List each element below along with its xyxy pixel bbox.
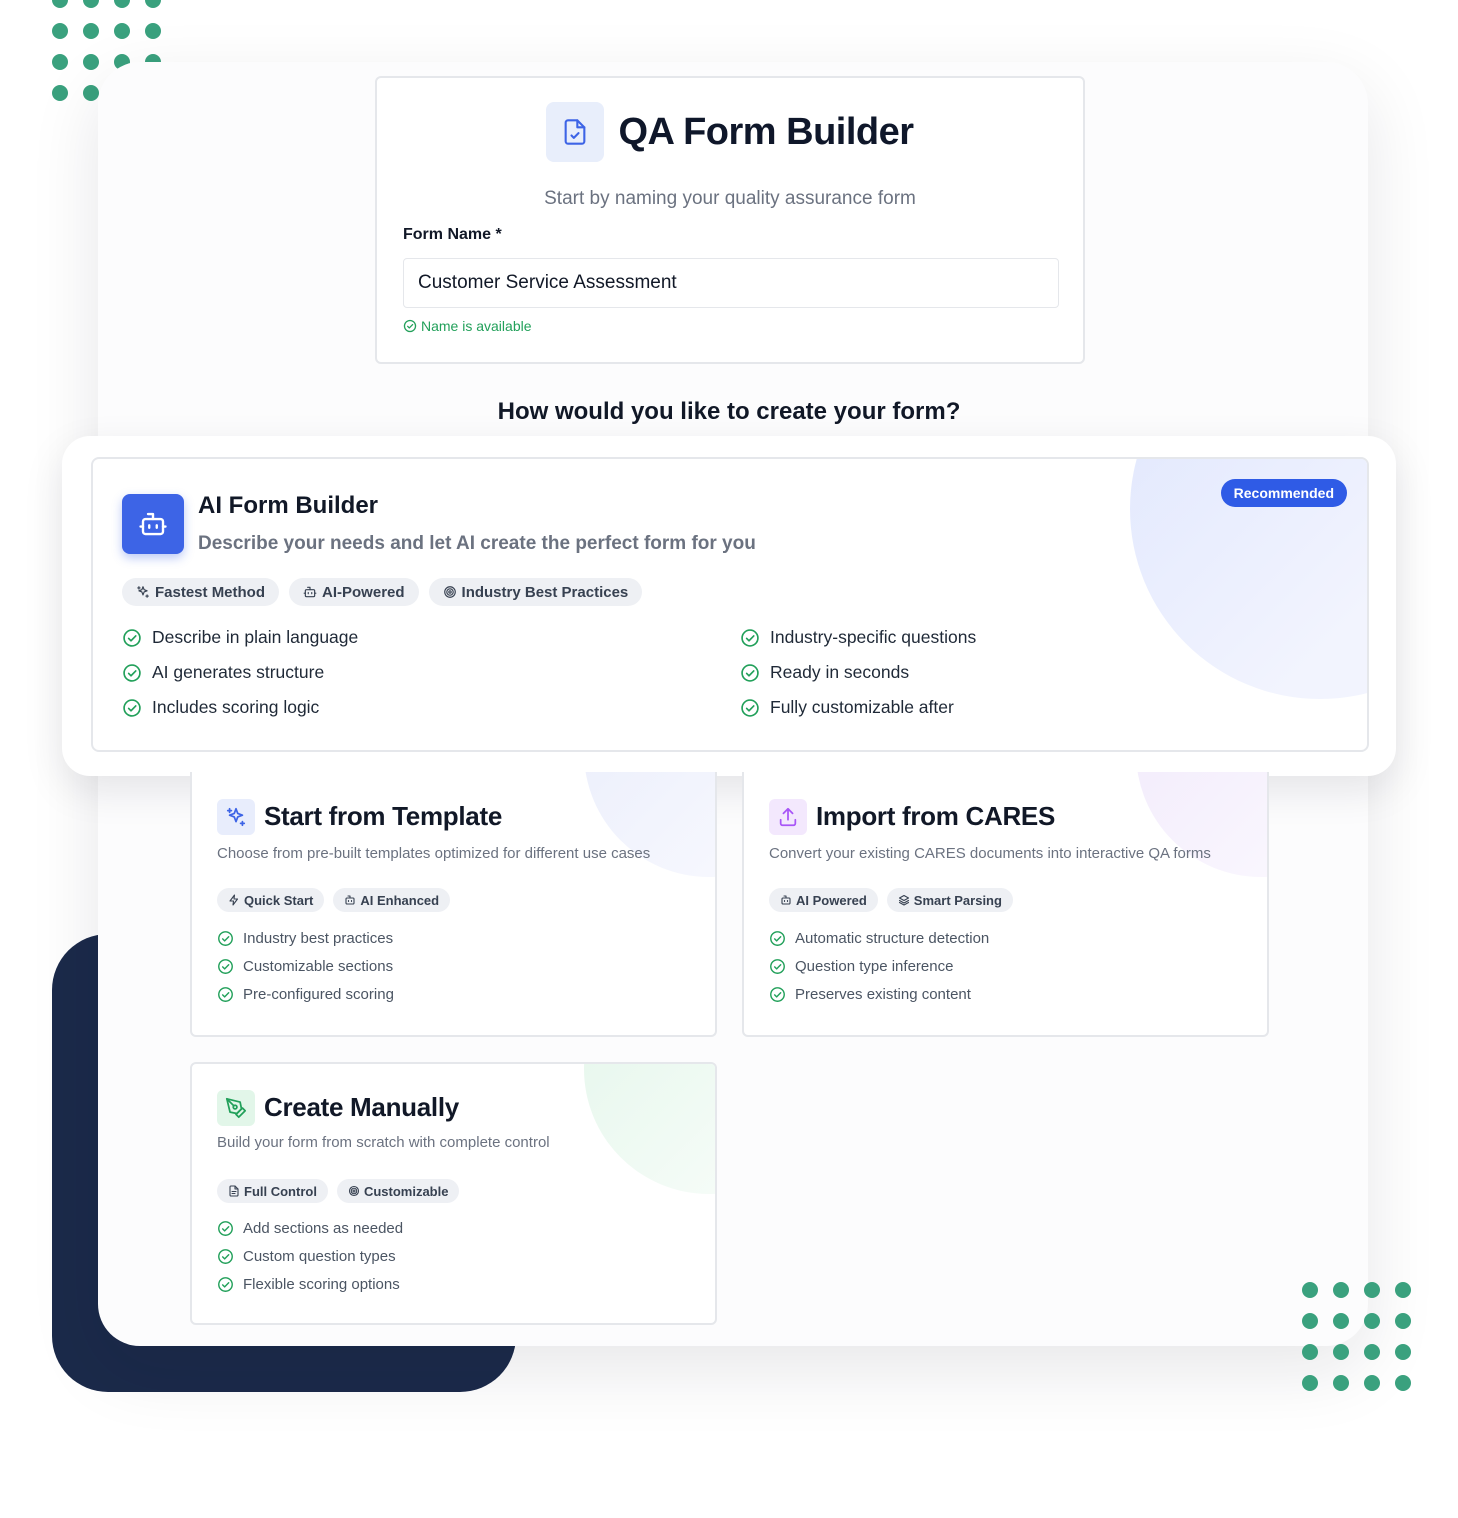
form-name-label: Form Name * (403, 226, 502, 243)
check-circle-icon (218, 1249, 233, 1264)
feature-item: Industry best practices (217, 930, 394, 947)
feature-item: AI generates structure (122, 662, 740, 683)
page-title: QA Form Builder (618, 110, 914, 153)
robot-icon (122, 494, 184, 554)
robot-icon (345, 895, 355, 905)
check-circle-icon (218, 959, 233, 974)
card-title: Create Manually (264, 1092, 459, 1122)
form-name-card: QA Form Builder Start by naming your qua… (375, 76, 1085, 364)
upload-icon (769, 799, 807, 835)
feature-item: Customizable sections (217, 958, 394, 975)
zap-icon (229, 894, 239, 906)
create-manually-card[interactable]: Create Manually Build your form from scr… (190, 1062, 717, 1325)
tag-list: Full Control Customizable (217, 1179, 460, 1203)
feature-item: Automatic structure detection (769, 930, 989, 947)
feature-item: Pre-configured scoring (217, 986, 394, 1003)
tag-list: Fastest Method AI-Powered Industry Best … (122, 578, 643, 606)
check-circle-icon (770, 959, 785, 974)
check-circle-icon (218, 931, 233, 946)
feature-item: Custom question types (217, 1248, 403, 1265)
decorative-blob (584, 1064, 715, 1194)
card-description: Convert your existing CARES documents in… (769, 845, 1211, 862)
target-icon (443, 586, 456, 598)
availability-text: Name is available (421, 318, 532, 334)
pen-tool-icon (217, 1090, 255, 1126)
card-description: Choose from pre-built templates optimize… (217, 845, 651, 862)
tag-list: AI Powered Smart Parsing (769, 888, 1013, 912)
feature-item: Add sections as needed (217, 1220, 403, 1237)
tag: Quick Start (217, 888, 325, 912)
file-check-icon (546, 102, 605, 162)
feature-item: Describe in plain language (122, 627, 740, 648)
check-circle-icon (741, 663, 759, 682)
check-circle-icon (123, 698, 141, 717)
target-icon (348, 1185, 359, 1197)
tag: Smart Parsing (886, 888, 1013, 912)
check-circle-icon (770, 931, 785, 946)
feature-item: Fully customizable after (740, 697, 1340, 718)
feature-list: Industry best practices Customizable sec… (217, 930, 394, 1003)
card-description: Build your form from scratch with comple… (217, 1134, 550, 1151)
tag: Fastest Method (122, 578, 280, 606)
card-description: Describe your needs and let AI create th… (198, 533, 756, 554)
check-circle-icon (123, 663, 141, 682)
import-from-cares-card[interactable]: Import from CARES Convert your existing … (742, 772, 1269, 1037)
check-circle-icon (218, 987, 233, 1002)
decorative-dots-bottom-right (1302, 1282, 1411, 1391)
feature-item: Includes scoring logic (122, 697, 740, 718)
feature-item: Question type inference (769, 958, 989, 975)
creation-method-question: How would you like to create your form? (497, 398, 961, 425)
tag: AI Powered (769, 888, 878, 912)
tag: Full Control (217, 1179, 328, 1203)
feature-item: Preserves existing content (769, 986, 989, 1003)
card-title: AI Form Builder (198, 492, 379, 519)
tag: AI Enhanced (333, 888, 451, 912)
availability-status: Name is available (403, 318, 532, 334)
robot-icon (303, 586, 317, 598)
title-row: QA Form Builder (377, 102, 1083, 162)
feature-item: Industry-specific questions (740, 627, 1340, 648)
sparkles-icon (137, 586, 149, 598)
sparkles-icon (217, 799, 255, 835)
feature-item: Ready in seconds (740, 662, 1340, 683)
recommended-badge: Recommended (1220, 479, 1347, 507)
feature-item: Flexible scoring options (217, 1276, 403, 1293)
feature-list: Add sections as needed Custom question t… (217, 1220, 403, 1293)
tag: Customizable (336, 1179, 460, 1203)
card-title: Import from CARES (816, 801, 1056, 831)
feature-list: Automatic structure detection Question t… (769, 930, 989, 1003)
form-name-input[interactable] (403, 258, 1059, 308)
check-circle-icon (741, 698, 759, 717)
feature-list: Describe in plain language Industry-spec… (122, 627, 1362, 718)
check-circle-icon (218, 1277, 233, 1292)
check-circle-icon (218, 1221, 233, 1236)
check-circle-icon (403, 319, 417, 333)
check-circle-icon (770, 987, 785, 1002)
check-circle-icon (741, 628, 759, 647)
start-from-template-card[interactable]: Start from Template Choose from pre-buil… (190, 772, 717, 1037)
card-title: Start from Template (264, 801, 502, 831)
ai-form-builder-card[interactable]: Recommended AI Form Builder Describe you… (91, 457, 1369, 752)
file-icon (229, 1185, 239, 1197)
tag: Industry Best Practices (428, 578, 643, 606)
tag: AI-Powered (289, 578, 419, 606)
check-circle-icon (123, 628, 141, 647)
robot-icon (781, 895, 791, 905)
layers-icon (898, 894, 909, 906)
page-subtitle: Start by naming your quality assurance f… (544, 188, 916, 209)
tag-list: Quick Start AI Enhanced (217, 888, 451, 912)
